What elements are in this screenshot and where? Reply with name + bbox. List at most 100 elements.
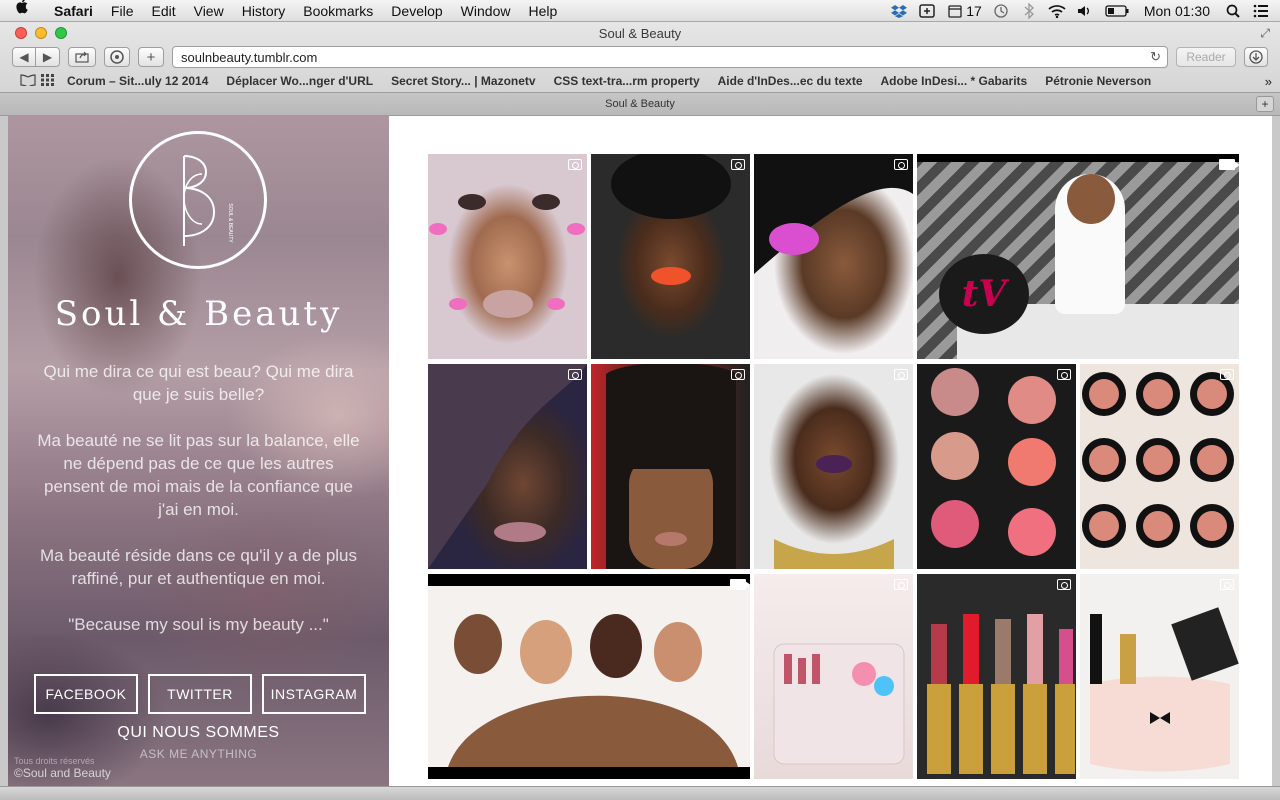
bookmarks-bar: Corum – Sit...uly 12 2014 Déplacer Wo...… — [0, 70, 1280, 92]
close-window-button[interactable] — [15, 27, 27, 39]
about-link[interactable]: QUI NOUS SOMMES — [8, 724, 389, 742]
time-machine-icon[interactable] — [992, 3, 1010, 19]
blog-sidebar: SOUL & BEAUTY Soul & Beauty Qui me dira … — [8, 116, 389, 786]
address-bar[interactable]: soulnbeauty.tumblr.com ↻ — [172, 46, 1168, 68]
instagram-button[interactable]: INSTAGRAM — [262, 674, 366, 714]
bookmark-item[interactable]: Déplacer Wo...nger d'URL — [217, 74, 382, 88]
forward-arrow-icon: ▶ — [42, 50, 53, 64]
reader-button[interactable]: Reader — [1176, 47, 1236, 67]
photo-type-icon — [894, 579, 908, 590]
video-post[interactable] — [428, 574, 750, 779]
photo-illustration — [429, 194, 585, 318]
bookmark-item[interactable]: CSS text-tra...rm property — [545, 74, 709, 88]
photo-post[interactable] — [591, 154, 750, 359]
forward-button[interactable]: ▶ — [36, 47, 60, 67]
bookmark-item[interactable]: Corum – Sit...uly 12 2014 — [58, 74, 217, 88]
bookmarks-grid-icon[interactable] — [38, 73, 58, 89]
window-titlebar: Soul & Beauty ⤢ — [0, 22, 1280, 44]
photo-type-icon — [731, 369, 745, 380]
web-page: SOUL & BEAUTY Soul & Beauty Qui me dira … — [8, 116, 1272, 786]
photo-post[interactable] — [591, 364, 750, 569]
downloads-button[interactable] — [1244, 47, 1268, 67]
url-text: soulnbeauty.tumblr.com — [181, 49, 318, 65]
bluetooth-icon[interactable] — [1020, 2, 1038, 19]
photo-type-icon — [894, 369, 908, 380]
calendar-day-badge: 17 — [966, 2, 982, 19]
menu-help[interactable]: Help — [519, 0, 566, 22]
rectangle-app-icon[interactable] — [918, 3, 936, 19]
photo-type-icon — [1220, 369, 1234, 380]
share-button[interactable] — [68, 47, 96, 67]
active-tab[interactable]: Soul & Beauty — [605, 98, 675, 110]
safari-compass-icon — [110, 50, 124, 64]
fullscreen-icon[interactable]: ⤢ — [1260, 26, 1270, 41]
video-top-bar — [917, 154, 1239, 162]
photo-post[interactable] — [1080, 364, 1239, 569]
photo-post[interactable] — [428, 364, 587, 569]
menu-history[interactable]: History — [233, 0, 295, 22]
spotlight-search-icon[interactable] — [1224, 3, 1242, 19]
back-button[interactable]: ◀ — [12, 47, 36, 67]
calendar-icon[interactable] — [946, 3, 964, 19]
video-channel-logo-text: tV — [961, 273, 1007, 315]
photo-post[interactable] — [917, 364, 1076, 569]
photo-type-icon — [568, 159, 582, 170]
window-title: Soul & Beauty — [598, 25, 682, 41]
photo-illustration — [1082, 372, 1234, 548]
bookmark-item[interactable]: Adobe InDesi... * Gabarits — [872, 74, 1037, 88]
volume-icon[interactable] — [1076, 3, 1094, 19]
bookmark-item[interactable]: Pétronie Neverson — [1036, 74, 1160, 88]
facebook-button[interactable]: FACEBOOK — [34, 674, 138, 714]
blog-logo[interactable]: SOUL & BEAUTY — [129, 131, 267, 269]
photo-post[interactable] — [754, 154, 913, 359]
wifi-icon[interactable] — [1048, 3, 1066, 19]
new-tab-button[interactable]: + — [1256, 96, 1274, 112]
top-sites-button[interactable] — [104, 47, 130, 67]
photo-post[interactable] — [428, 154, 587, 359]
reading-list-icon[interactable] — [18, 73, 38, 89]
menubar-clock[interactable]: Mon 01:30 — [1140, 3, 1214, 19]
photo-illustration — [606, 364, 736, 569]
apple-menu-icon[interactable] — [16, 0, 38, 22]
description-paragraph: Ma beauté réside dans ce qu'il y a de pl… — [40, 546, 357, 588]
menu-edit[interactable]: Edit — [142, 0, 184, 22]
photo-type-icon — [894, 159, 908, 170]
window-controls — [15, 27, 67, 39]
photo-illustration — [611, 154, 731, 285]
back-arrow-icon: ◀ — [19, 50, 29, 64]
menu-window[interactable]: Window — [452, 0, 520, 22]
photo-type-icon — [1057, 579, 1071, 590]
photo-type-icon — [568, 369, 582, 380]
bookmark-item[interactable]: Aide d'InDes...ec du texte — [709, 74, 872, 88]
menu-bookmarks[interactable]: Bookmarks — [294, 0, 382, 22]
photo-type-icon — [731, 159, 745, 170]
description-paragraph: Qui me dira ce qui est beau? Qui me dira… — [43, 362, 354, 404]
photo-illustration — [773, 643, 905, 765]
menu-view[interactable]: View — [185, 0, 233, 22]
minimize-window-button[interactable] — [35, 27, 47, 39]
zoom-window-button[interactable] — [55, 27, 67, 39]
photo-post[interactable] — [754, 574, 913, 779]
notification-center-icon[interactable] — [1252, 3, 1270, 19]
menu-app-name[interactable]: Safari — [48, 0, 102, 22]
twitter-button[interactable]: TWITTER — [148, 674, 252, 714]
video-presenter-face — [1067, 174, 1115, 224]
plus-icon: + — [146, 48, 156, 66]
menu-file[interactable]: File — [102, 0, 143, 22]
video-post[interactable]: tV — [917, 154, 1239, 359]
photo-post[interactable] — [917, 574, 1076, 779]
video-type-icon — [1219, 159, 1239, 170]
photo-post[interactable] — [754, 364, 913, 569]
battery-icon[interactable] — [1104, 3, 1130, 19]
photo-illustration — [754, 154, 913, 274]
new-tab-plus-button[interactable]: + — [138, 47, 164, 67]
blog-title: Soul & Beauty — [54, 294, 343, 334]
bookmark-item[interactable]: Secret Story... | Mazonetv — [382, 74, 545, 88]
menu-develop[interactable]: Develop — [382, 0, 451, 22]
photo-post[interactable] — [1080, 574, 1239, 779]
reload-icon[interactable]: ↻ — [1150, 49, 1161, 65]
bookmarks-overflow-icon[interactable]: » — [1265, 74, 1280, 89]
dropbox-icon[interactable] — [890, 3, 908, 19]
tab-bar: Soul & Beauty + — [0, 92, 1280, 115]
photo-illustration — [927, 614, 1075, 774]
